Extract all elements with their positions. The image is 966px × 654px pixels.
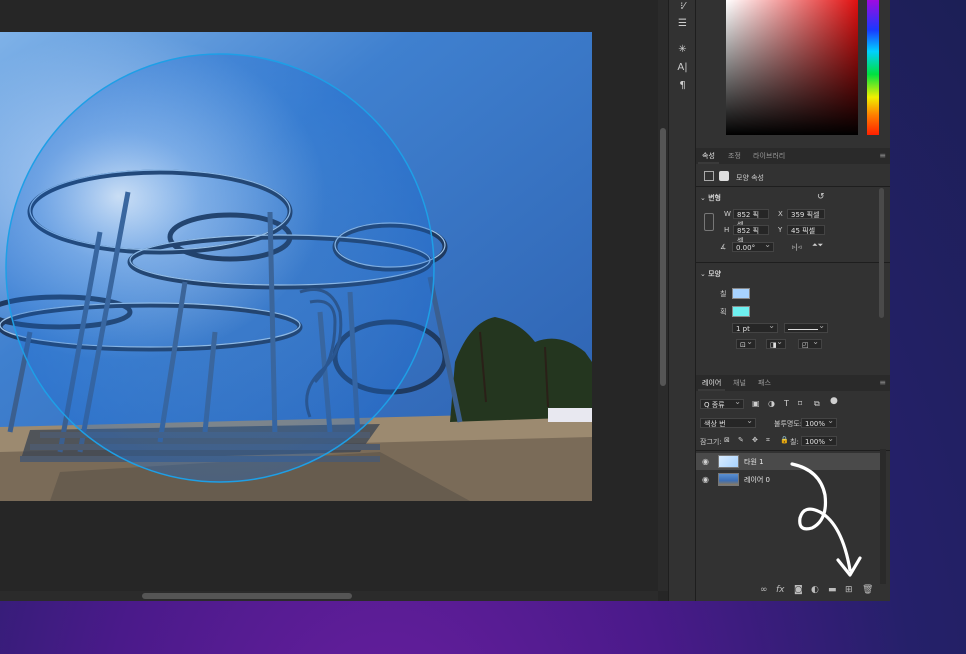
adjustment-layer-icon[interactable]: ◐: [811, 585, 819, 595]
layer-name[interactable]: 레이어 0: [744, 475, 770, 485]
angle-field[interactable]: 0.00°: [732, 240, 774, 252]
panel-menu-icon[interactable]: ≡: [879, 151, 886, 160]
visibility-eye-icon[interactable]: ◉: [702, 475, 709, 484]
divider: [696, 262, 890, 263]
divider: [696, 186, 890, 187]
shape-bounds-icon: [704, 171, 714, 181]
filter-shape-icon[interactable]: ⌑: [798, 399, 802, 408]
reset-icon[interactable]: ↺: [817, 192, 825, 202]
delete-layer-icon[interactable]: 🗑: [862, 585, 873, 595]
lock-artboard-icon[interactable]: ⌗: [766, 436, 770, 445]
tab-paths[interactable]: 패스: [758, 375, 771, 391]
photo-canvas-image: [0, 32, 592, 501]
x-field[interactable]: 359 픽셀: [787, 209, 825, 219]
stroke-style-dropdown[interactable]: [784, 321, 828, 333]
opacity-label: 불투명도:: [774, 420, 803, 428]
flip-vertical-icon[interactable]: ⏶⏷: [812, 241, 823, 250]
visibility-eye-icon[interactable]: ◉: [702, 457, 709, 466]
layer-name[interactable]: 타원 1: [744, 457, 764, 467]
link-dimensions-icon[interactable]: [704, 213, 714, 231]
divider: [696, 450, 890, 451]
lock-transparent-icon[interactable]: ⊠: [724, 436, 730, 444]
height-label: H: [724, 226, 730, 234]
filter-pixel-icon[interactable]: ▣: [752, 399, 760, 408]
panel-tool-strip: ⁝⁄ ☰ ✳ A| ¶: [668, 0, 696, 601]
layer-style-icon[interactable]: fx: [776, 585, 785, 595]
layers-menu-icon[interactable]: ≡: [879, 378, 886, 387]
filter-type-icon[interactable]: T: [784, 399, 789, 408]
filter-toggle-icon[interactable]: ●: [830, 396, 838, 406]
paragraph-icon[interactable]: ¶: [673, 79, 692, 93]
layer-filter-dropdown[interactable]: Q 종류: [700, 397, 744, 409]
tab-channels[interactable]: 채널: [733, 375, 746, 391]
stroke-color-swatch[interactable]: [732, 306, 750, 317]
properties-scrollbar[interactable]: [879, 188, 884, 318]
shape-properties-label: 모양 속성: [736, 174, 764, 182]
hue-slider[interactable]: [867, 0, 879, 135]
fill-opacity-label: 칠:: [790, 438, 799, 446]
mask-icon: [719, 171, 729, 181]
width-field[interactable]: 852 픽셀: [733, 209, 769, 229]
stroke-corners-dropdown[interactable]: ◰: [798, 337, 822, 349]
photoshop-window: ⁝⁄ ☰ ✳ A| ¶ 속성 조정 라이브러리 ≡ 모양 속성 ⌄ 변형 ↺ W…: [0, 0, 890, 601]
stroke-label: 획: [720, 308, 727, 316]
document-photo[interactable]: [0, 32, 592, 501]
link-layers-icon[interactable]: ∞: [760, 585, 768, 595]
character-icon[interactable]: A|: [673, 61, 692, 75]
fill-opacity-field[interactable]: 100%: [801, 434, 837, 446]
sliders-icon[interactable]: ☰: [673, 17, 692, 31]
new-layer-icon[interactable]: ⊞: [845, 585, 853, 595]
layer-thumbnail: [718, 455, 739, 468]
fill-label: 칠: [720, 290, 727, 298]
lock-image-icon[interactable]: ✎: [738, 436, 744, 444]
filter-adjustment-icon[interactable]: ◑: [768, 399, 775, 408]
lock-position-icon[interactable]: ✥: [752, 436, 758, 444]
tab-layers[interactable]: 레이어: [697, 375, 726, 391]
canvas-area[interactable]: [0, 0, 668, 601]
lock-label: 잠그기:: [700, 438, 722, 446]
stroke-caps-dropdown[interactable]: ◨: [766, 337, 786, 349]
canvas-vertical-scroll-thumb[interactable]: [660, 128, 666, 386]
add-mask-icon[interactable]: ◙: [794, 585, 803, 595]
properties-tabs: 속성 조정 라이브러리 ≡: [696, 148, 890, 164]
asterisk-icon[interactable]: ✳: [673, 43, 692, 57]
flip-horizontal-icon[interactable]: ▹|◃: [792, 243, 801, 251]
y-field[interactable]: 45 픽셀: [787, 225, 825, 235]
annotation-arrow-icon: [790, 462, 862, 577]
brush-settings-icon[interactable]: ⁝⁄: [673, 0, 692, 14]
angle-icon: ∡: [720, 243, 727, 251]
layers-scrollbar[interactable]: [880, 449, 886, 584]
tab-properties[interactable]: 속성: [698, 148, 719, 164]
opacity-field[interactable]: 100%: [801, 416, 837, 428]
height-field[interactable]: 852 픽셀: [733, 225, 769, 245]
filter-smart-object-icon[interactable]: ⧉: [814, 399, 820, 409]
fill-color-swatch[interactable]: [732, 288, 750, 299]
blend-mode-dropdown[interactable]: 색상 번: [700, 416, 756, 428]
shape-section-toggle[interactable]: ⌄ 모양: [700, 269, 721, 279]
layer-thumbnail: [718, 473, 739, 486]
width-label: W: [724, 210, 731, 218]
layers-tabs: 레이어 채널 패스 ≡: [696, 375, 890, 391]
transform-section-toggle[interactable]: ⌄ 변형: [700, 193, 721, 203]
y-label: Y: [778, 226, 783, 234]
new-group-icon[interactable]: ▬: [828, 585, 837, 595]
stroke-align-dropdown[interactable]: ⊡: [736, 337, 756, 349]
x-label: X: [778, 210, 783, 218]
color-picker-field[interactable]: [726, 0, 858, 135]
tab-adjustments[interactable]: 조정: [728, 148, 741, 164]
canvas-horizontal-scroll-thumb[interactable]: [142, 593, 352, 599]
tab-libraries[interactable]: 라이브러리: [753, 148, 785, 164]
lock-all-icon[interactable]: 🔒: [780, 436, 789, 444]
stroke-width-field[interactable]: 1 pt: [732, 321, 778, 333]
